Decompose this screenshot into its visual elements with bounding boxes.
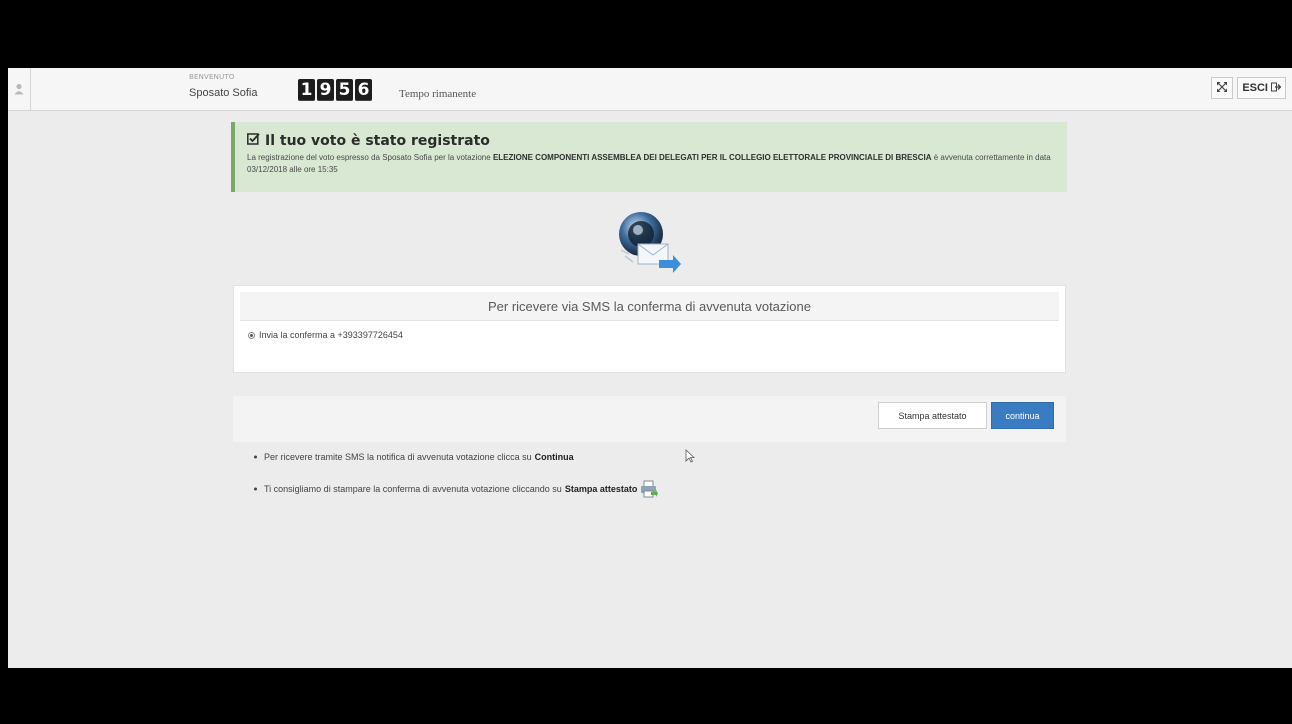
timer-digit: 5 bbox=[336, 79, 353, 101]
exit-icon bbox=[1271, 82, 1282, 95]
countdown-timer: 1 9 5 6 bbox=[298, 79, 372, 101]
continue-button[interactable]: continua bbox=[991, 402, 1054, 429]
expand-icon bbox=[1216, 81, 1228, 96]
list-item: Per ricevere tramite SMS la notifica di … bbox=[252, 452, 658, 462]
list-item: Ti consigliamo di stampare la conferma d… bbox=[252, 480, 659, 498]
timer-digit: 1 bbox=[298, 79, 315, 101]
action-bar: Stampa attestato continua bbox=[233, 396, 1066, 442]
fullscreen-button[interactable] bbox=[1211, 77, 1234, 99]
alert-text-prefix: La registrazione del voto espresso da Sp… bbox=[247, 153, 493, 162]
user-icon[interactable] bbox=[8, 68, 31, 110]
alert-message: La registrazione del voto espresso da Sp… bbox=[247, 152, 1055, 176]
instruction-bold: Stampa attestato bbox=[564, 484, 638, 494]
exit-label: ESCI bbox=[1242, 82, 1268, 94]
instruction-bold: Continua bbox=[534, 452, 574, 462]
instructions-list: Per ricevere tramite SMS la notifica di … bbox=[252, 452, 659, 516]
print-certificate-button[interactable]: Stampa attestato bbox=[878, 402, 987, 429]
app-screen: BENVENUTO Sposato Sofia 1 9 5 6 Tempo ri… bbox=[8, 68, 1292, 668]
instruction-text: Ti consigliamo di stampare la conferma d… bbox=[264, 484, 562, 494]
sms-confirmation-panel: Per ricevere via SMS la conferma di avve… bbox=[233, 285, 1066, 373]
exit-button[interactable]: ESCI bbox=[1237, 77, 1286, 99]
timer-digit: 9 bbox=[317, 79, 334, 101]
welcome-label: BENVENUTO bbox=[189, 73, 235, 81]
alert-title-row: Il tuo voto è stato registrato bbox=[247, 132, 1055, 149]
check-icon bbox=[247, 132, 260, 149]
alert-title: Il tuo voto è stato registrato bbox=[265, 132, 490, 149]
top-bar: BENVENUTO Sposato Sofia 1 9 5 6 Tempo ri… bbox=[8, 68, 1292, 111]
sms-panel-title: Per ricevere via SMS la conferma di avve… bbox=[240, 292, 1059, 321]
sms-option[interactable]: Invia la conferma a +393397726454 bbox=[248, 330, 1065, 340]
topbar-tools: ESCI bbox=[1211, 77, 1286, 99]
printer-icon[interactable] bbox=[640, 480, 659, 498]
election-name: ELEZIONE COMPONENTI ASSEMBLEA DEI DELEGA… bbox=[492, 153, 932, 162]
user-name: Sposato Sofia bbox=[189, 87, 258, 99]
timer-label: Tempo rimanente bbox=[399, 88, 477, 100]
cursor-icon bbox=[685, 448, 696, 463]
vote-emblem-icon bbox=[611, 206, 683, 276]
sms-option-label[interactable]: Invia la conferma a +393397726454 bbox=[259, 330, 403, 340]
instruction-text: Per ricevere tramite SMS la notifica di … bbox=[264, 452, 532, 462]
vote-registered-alert: Il tuo voto è stato registrato La regist… bbox=[231, 122, 1067, 192]
sms-radio-button[interactable] bbox=[248, 331, 255, 339]
timer-digit: 6 bbox=[355, 79, 372, 101]
